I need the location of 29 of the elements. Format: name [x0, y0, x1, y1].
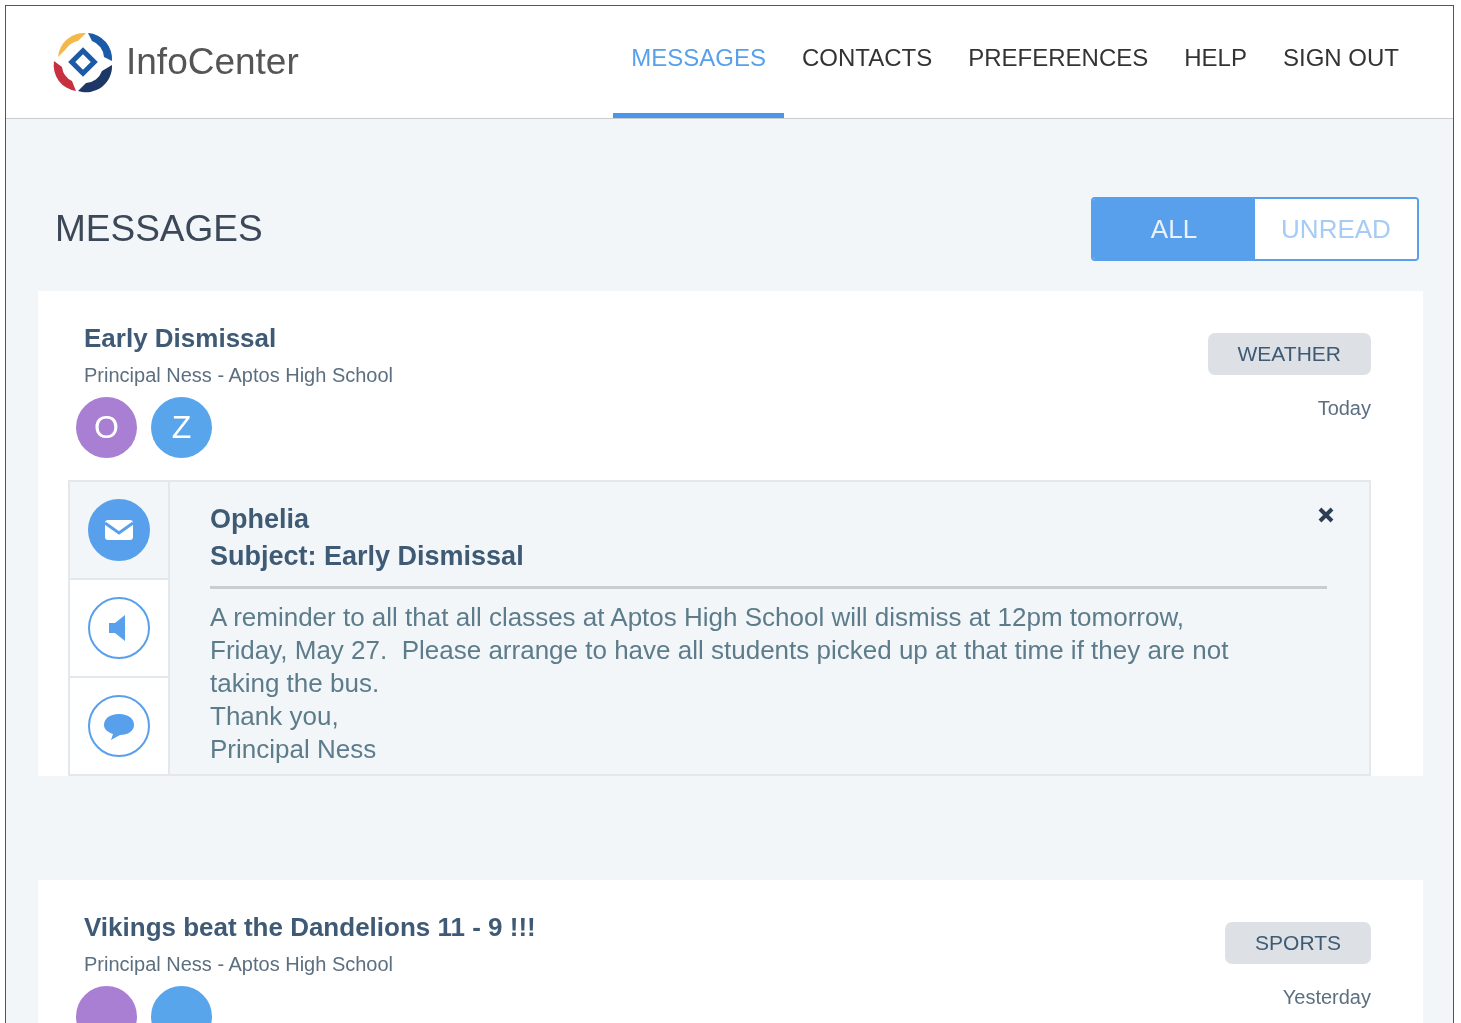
- message-text: Thank you,: [210, 700, 340, 733]
- channel-tab[interactable]: [70, 580, 168, 678]
- message-title: Vikings beat the Dandelions 11 - 9 !!!: [84, 912, 536, 943]
- message-subject: Subject: Early Dismissal: [210, 541, 1327, 589]
- message-text: Principal Ness: [210, 733, 378, 766]
- category-tag: WEATHER: [1207, 333, 1371, 375]
- category-tag: SPORTS: [1225, 922, 1371, 964]
- nav-tab[interactable]: CONTACTS: [784, 6, 951, 118]
- message-text: Friday, May 27. Please arrange to have all students picked up at that time if they are not: [210, 634, 1230, 667]
- app-name: InfoCenter: [126, 41, 299, 83]
- chat-bubble-icon[interactable]: [87, 694, 151, 758]
- recipient-name: Ophelia: [210, 504, 310, 535]
- message-card[interactable]: Vikings beat the Dandelions 11 - 9 !!! Principal Ness - Aptos High School SPORTS Yesterday: [38, 880, 1423, 1023]
- envelope-icon[interactable]: [87, 498, 151, 562]
- message-sender: Principal Ness - Aptos High School: [84, 953, 395, 976]
- nav-tab[interactable]: HELP: [1166, 6, 1265, 118]
- message-card[interactable]: [38, 291, 1423, 776]
- nav-tab[interactable]: PREFERENCES: [950, 6, 1167, 118]
- close-icon: [1317, 506, 1335, 524]
- speaker-icon[interactable]: [87, 596, 151, 660]
- message-sender: Principal Ness - Aptos High School: [84, 364, 394, 387]
- message-text: taking the bus.: [210, 667, 381, 700]
- message-date: Today: [1317, 397, 1371, 420]
- channel-tab[interactable]: [70, 678, 168, 774]
- nav-tab[interactable]: SIGN OUT: [1265, 6, 1417, 118]
- message-text: A reminder to all that all classes at Aptos High School will dismiss at 12pm tomorrow,: [210, 601, 1185, 634]
- page-title: MESSAGES: [55, 208, 263, 250]
- message-date: Yesterday: [1282, 986, 1371, 1009]
- message-title: Early Dismissal: [84, 323, 278, 354]
